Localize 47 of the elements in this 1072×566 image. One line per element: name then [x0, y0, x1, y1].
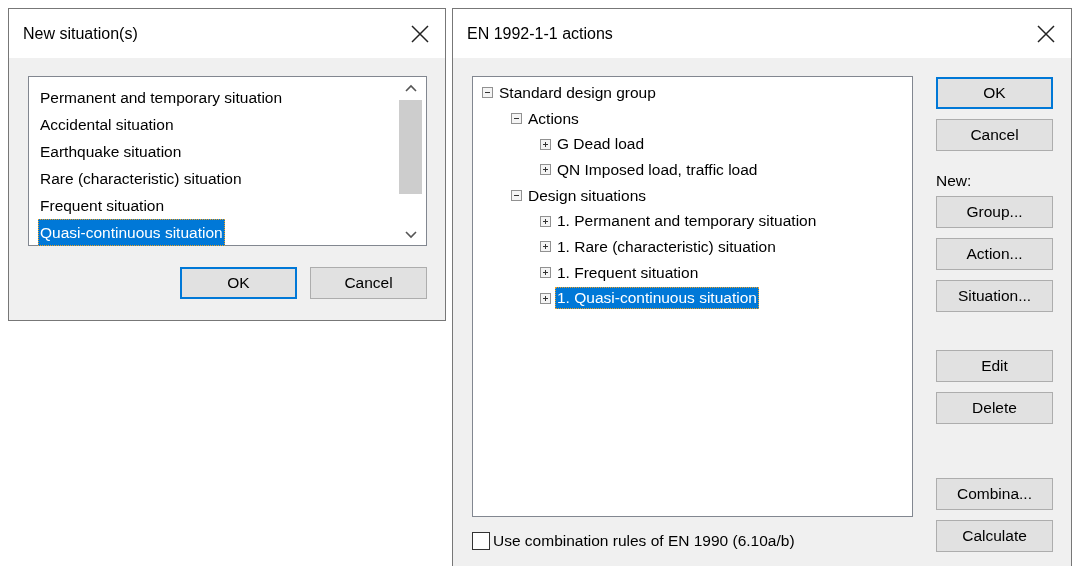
list-item[interactable]: Earthquake situation — [38, 138, 184, 165]
tree-item[interactable]: Standard design group — [497, 81, 658, 104]
tree-item[interactable]: QN Imposed load, traffic load — [555, 158, 760, 181]
dialog-button[interactable]: Situation... — [936, 280, 1053, 312]
collapse-icon[interactable] — [511, 113, 522, 125]
tree-item[interactable]: G Dead load — [555, 133, 647, 156]
dialog-button[interactable]: OK — [936, 77, 1053, 109]
cancel-button[interactable]: Cancel — [310, 267, 427, 299]
tree-item[interactable]: Actions — [526, 107, 581, 130]
tree-item[interactable]: 1. Rare (characteristic) situation — [555, 235, 778, 258]
dialog-button[interactable]: Group... — [936, 196, 1053, 228]
dialog-button[interactable]: Action... — [936, 238, 1053, 270]
tree-view[interactable] — [472, 76, 913, 517]
list-item[interactable]: Quasi-continuous situation — [38, 219, 225, 246]
expand-icon[interactable] — [540, 292, 551, 304]
collapse-icon[interactable] — [511, 190, 522, 202]
list-item[interactable]: Accidental situation — [38, 111, 176, 138]
scroll-down-icon[interactable] — [404, 231, 417, 239]
tree-item[interactable]: 1. Permanent and temporary situation — [555, 210, 819, 233]
dialog-button[interactable]: Cancel — [936, 119, 1053, 151]
list-item[interactable]: Frequent situation — [38, 192, 167, 219]
list-item[interactable]: Permanent and temporary situation — [38, 84, 285, 111]
ok-button[interactable]: OK — [180, 267, 297, 299]
tree-item[interactable]: Design situations — [526, 184, 649, 207]
situation-list[interactable]: Permanent and temporary situation Accidental situation Earthquake situation Rare (characteristic) situation Frequent situation Quasi-continuous situation — [28, 76, 427, 246]
list-item[interactable]: Rare (characteristic) situation — [38, 165, 244, 192]
dialog-button[interactable]: Calculate — [936, 520, 1053, 552]
new-label: New: — [936, 172, 973, 190]
dialog-title: EN 1992-1-1 actions — [467, 24, 613, 43]
dialog-button[interactable]: Edit — [936, 350, 1053, 382]
checkbox-label[interactable]: Use combination rules of EN 1990 (6.10a/b) — [493, 532, 795, 550]
expand-icon[interactable] — [540, 241, 551, 253]
expand-icon[interactable] — [540, 267, 551, 279]
dialog-button[interactable]: Combina... — [936, 478, 1053, 510]
close-icon[interactable] — [411, 24, 429, 43]
expand-icon[interactable] — [540, 138, 551, 150]
tree-item[interactable]: 1. Frequent situation — [555, 261, 701, 284]
scroll-up-icon[interactable] — [404, 84, 417, 92]
collapse-icon[interactable] — [482, 87, 493, 99]
dialog-title: New situation(s) — [23, 24, 138, 43]
checkbox[interactable] — [472, 532, 490, 550]
tree-item[interactable]: 1. Quasi-continuous situation — [555, 287, 759, 310]
dialog-button[interactable]: Delete — [936, 392, 1053, 424]
expand-icon[interactable] — [540, 215, 551, 227]
close-icon[interactable] — [1037, 24, 1055, 43]
scrollbar-thumb[interactable] — [399, 100, 422, 194]
expand-icon[interactable] — [540, 164, 551, 176]
